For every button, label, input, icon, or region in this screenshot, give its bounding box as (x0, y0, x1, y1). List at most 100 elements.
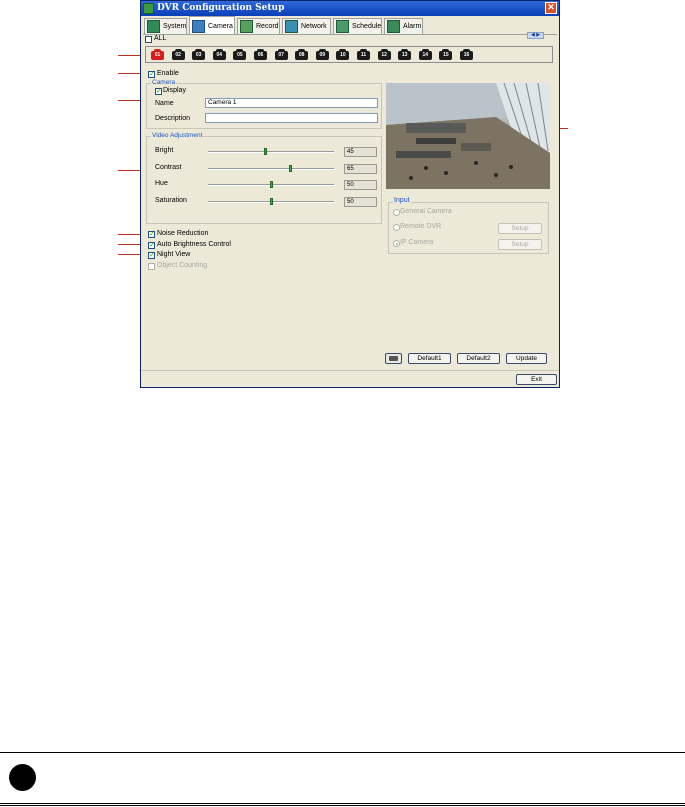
ip-camera-label: IP Camera (400, 239, 434, 246)
tab-label: System (163, 23, 187, 30)
exit-button[interactable]: Exit (516, 374, 557, 385)
camera-button-12[interactable]: 12 (377, 49, 391, 61)
tab-label: Network (301, 23, 327, 30)
option-checkbox[interactable]: ✓ (148, 241, 155, 249)
option-checkbox[interactable] (148, 262, 155, 270)
tab-label: Alarm (403, 23, 422, 30)
tab-record[interactable]: Record (237, 18, 280, 34)
ip-camera-radio[interactable] (393, 240, 400, 247)
input-group-title: Input (393, 197, 411, 204)
slider-thumb[interactable] (270, 197, 273, 205)
tab-alarm[interactable]: Alarm (384, 18, 423, 34)
remote-dvr-label: Remote DVR (400, 223, 442, 230)
video-adjustment-label: Contrast (155, 163, 182, 171)
camera-button-08[interactable]: 08 (295, 49, 309, 61)
printer-icon (389, 356, 398, 361)
video-adjustment-label: Bright (155, 147, 174, 154)
camera-icon (192, 20, 205, 33)
title-bar: DVR Configuration Setup ✕ (141, 1, 559, 16)
camera-number: 12 (377, 51, 391, 60)
camera-button-10[interactable]: 10 (336, 49, 350, 61)
video-adjustment-label: Hue (155, 180, 168, 187)
video-adjustment-value: 50 (344, 196, 377, 207)
camera-group-title: Camera (151, 79, 177, 86)
footer-divider (141, 370, 559, 371)
ip-camera-setup-button[interactable]: Setup (498, 239, 542, 250)
separator-line (0, 752, 685, 753)
camera-number: 04 (212, 51, 226, 60)
slider-thumb[interactable] (288, 164, 292, 172)
tab-camera[interactable]: Camera (189, 16, 235, 35)
option-checkbox[interactable]: ✓ (148, 231, 155, 238)
camera-button-04[interactable]: 04 (212, 49, 226, 61)
camera-button-14[interactable]: 14 (418, 49, 432, 61)
camera-number: 07 (274, 51, 288, 60)
app-icon (143, 3, 154, 14)
separator-line-bottom-2 (0, 805, 685, 806)
camera-button-16[interactable]: 16 (460, 49, 473, 61)
camera-button-01[interactable]: 01 (151, 49, 164, 61)
all-checkbox[interactable] (145, 36, 152, 43)
camera-button-09[interactable]: 09 (315, 49, 329, 61)
system-icon (147, 20, 160, 33)
video-adjustment-slider[interactable] (208, 151, 334, 153)
airport-terminal-scene (386, 83, 550, 189)
camera-number: 13 (398, 51, 412, 60)
general-camera-radio[interactable] (393, 209, 400, 216)
camera-button-02[interactable]: 02 (171, 49, 185, 61)
camera-number: 14 (418, 51, 432, 60)
video-adjustment-value: 50 (344, 180, 377, 190)
video-adjustment-value: 45 (344, 147, 377, 157)
camera-button-13[interactable]: 13 (398, 49, 412, 61)
dvr-configuration-window: DVR Configuration Setup ✕ System Camera … (140, 0, 560, 388)
camera-number: 08 (295, 51, 309, 60)
option-label: Auto Brightness Control (157, 240, 231, 248)
print-button[interactable] (385, 353, 402, 364)
description-input[interactable] (205, 113, 378, 123)
camera-button-11[interactable]: 11 (357, 49, 370, 61)
camera-number: 02 (171, 51, 185, 60)
tab-schedule[interactable]: Schedule (333, 18, 382, 34)
display-label: Display (163, 87, 186, 94)
update-button[interactable]: Update (506, 353, 547, 364)
slider-thumb[interactable] (270, 181, 273, 188)
window-title: DVR Configuration Setup (157, 3, 285, 13)
video-adjustment-title: Video Adjustment (151, 132, 204, 139)
camera-strip: 01 02 03 04 05 06 07 08 09 10 11 12 13 14 15 16 (145, 46, 553, 63)
tab-label: Camera (208, 23, 233, 30)
schedule-icon (336, 20, 349, 33)
default2-button[interactable]: Default2 (457, 353, 500, 364)
remote-dvr-radio[interactable] (393, 224, 400, 231)
remote-dvr-setup-button[interactable]: Setup (498, 223, 542, 234)
default1-button[interactable]: Default1 (408, 353, 451, 364)
tab-system[interactable]: System (144, 18, 187, 34)
tab-label: Schedule (352, 23, 382, 30)
option-checkbox[interactable]: ✓ (148, 252, 155, 259)
enable-label: Enable (157, 70, 179, 77)
description-label: Description (155, 115, 191, 122)
camera-number: 11 (357, 51, 370, 60)
camera-button-15[interactable]: 15 (439, 49, 453, 61)
camera-number: 09 (315, 51, 329, 60)
camera-number: 06 (254, 51, 267, 60)
camera-number: 15 (439, 51, 453, 60)
note-bullet-icon (9, 764, 36, 791)
display-checkbox[interactable]: ✓ (155, 88, 162, 95)
camera-button-07[interactable]: 07 (274, 49, 288, 61)
enable-checkbox[interactable]: ✓ (148, 71, 155, 78)
name-input[interactable]: Camera 1 (205, 98, 378, 108)
camera-number: 16 (460, 51, 473, 60)
camera-button-03[interactable]: 03 (192, 49, 206, 61)
video-adjustment-slider[interactable] (208, 167, 334, 170)
camera-button-06[interactable]: 06 (254, 49, 267, 61)
option-label: Noise Reduction (157, 230, 209, 237)
network-icon (285, 20, 298, 33)
tab-network[interactable]: Network (282, 18, 331, 34)
tab-label: Record (256, 23, 279, 30)
camera-button-05[interactable]: 05 (233, 49, 247, 61)
camera-number: 05 (233, 51, 247, 60)
slider-thumb[interactable] (263, 148, 267, 155)
camera-number: 01 (151, 51, 164, 60)
camera-page-arrows[interactable]: ◀ ▶ (527, 32, 544, 39)
close-button[interactable]: ✕ (545, 2, 557, 14)
